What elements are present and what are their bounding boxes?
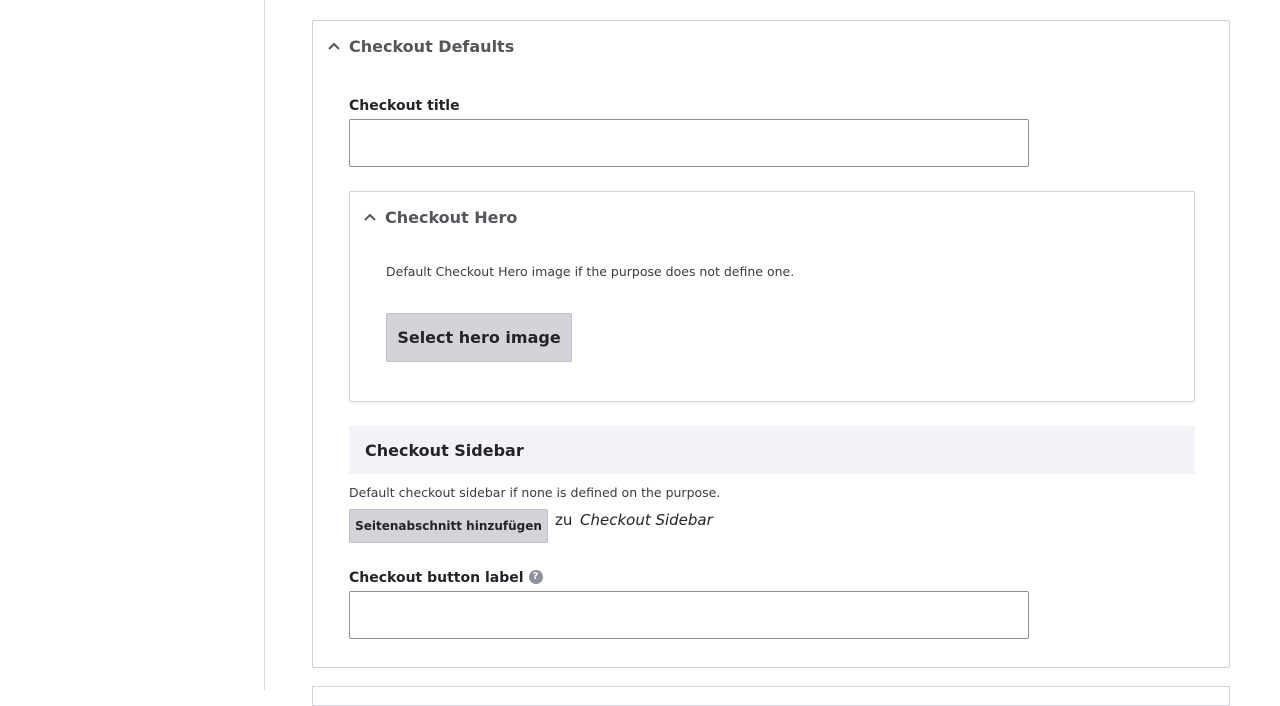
checkout-sidebar-header: Checkout Sidebar [349, 426, 1195, 474]
sidebar-target: Checkout Sidebar [580, 511, 713, 529]
left-pane [0, 0, 265, 690]
checkout-hero-title: Checkout Hero [385, 207, 518, 227]
chevron-up-icon [364, 213, 376, 221]
checkout-sidebar-title: Checkout Sidebar [365, 440, 524, 460]
next-details-panel [312, 686, 1230, 706]
add-section-button[interactable]: Seitenabschnitt hinzufügen [349, 509, 548, 543]
help-icon[interactable]: ? [528, 570, 543, 584]
checkout-title-label: Checkout title [349, 98, 460, 114]
checkout-defaults-title: Checkout Defaults [349, 36, 515, 56]
chevron-up-icon [328, 42, 340, 50]
checkout-hero-details: Checkout Hero Default Checkout Hero imag… [349, 191, 1195, 402]
checkout-sidebar-description: Default checkout sidebar if none is defi… [349, 485, 721, 500]
checkout-defaults-summary[interactable]: Checkout Defaults [327, 35, 514, 57]
checkout-button-label: Checkout button label [349, 570, 524, 586]
checkout-defaults-details: Checkout Defaults Checkout title Checkou… [312, 20, 1230, 668]
checkout-button-label-row: Checkout button label? [349, 570, 543, 586]
checkout-hero-summary[interactable]: Checkout Hero [363, 206, 517, 228]
select-hero-image-button[interactable]: Select hero image [386, 313, 572, 362]
connector-text: zu [555, 511, 573, 529]
checkout-hero-description: Default Checkout Hero image if the purpo… [386, 264, 795, 279]
checkout-button-label-input[interactable] [349, 591, 1029, 639]
checkout-title-input[interactable] [349, 119, 1029, 167]
